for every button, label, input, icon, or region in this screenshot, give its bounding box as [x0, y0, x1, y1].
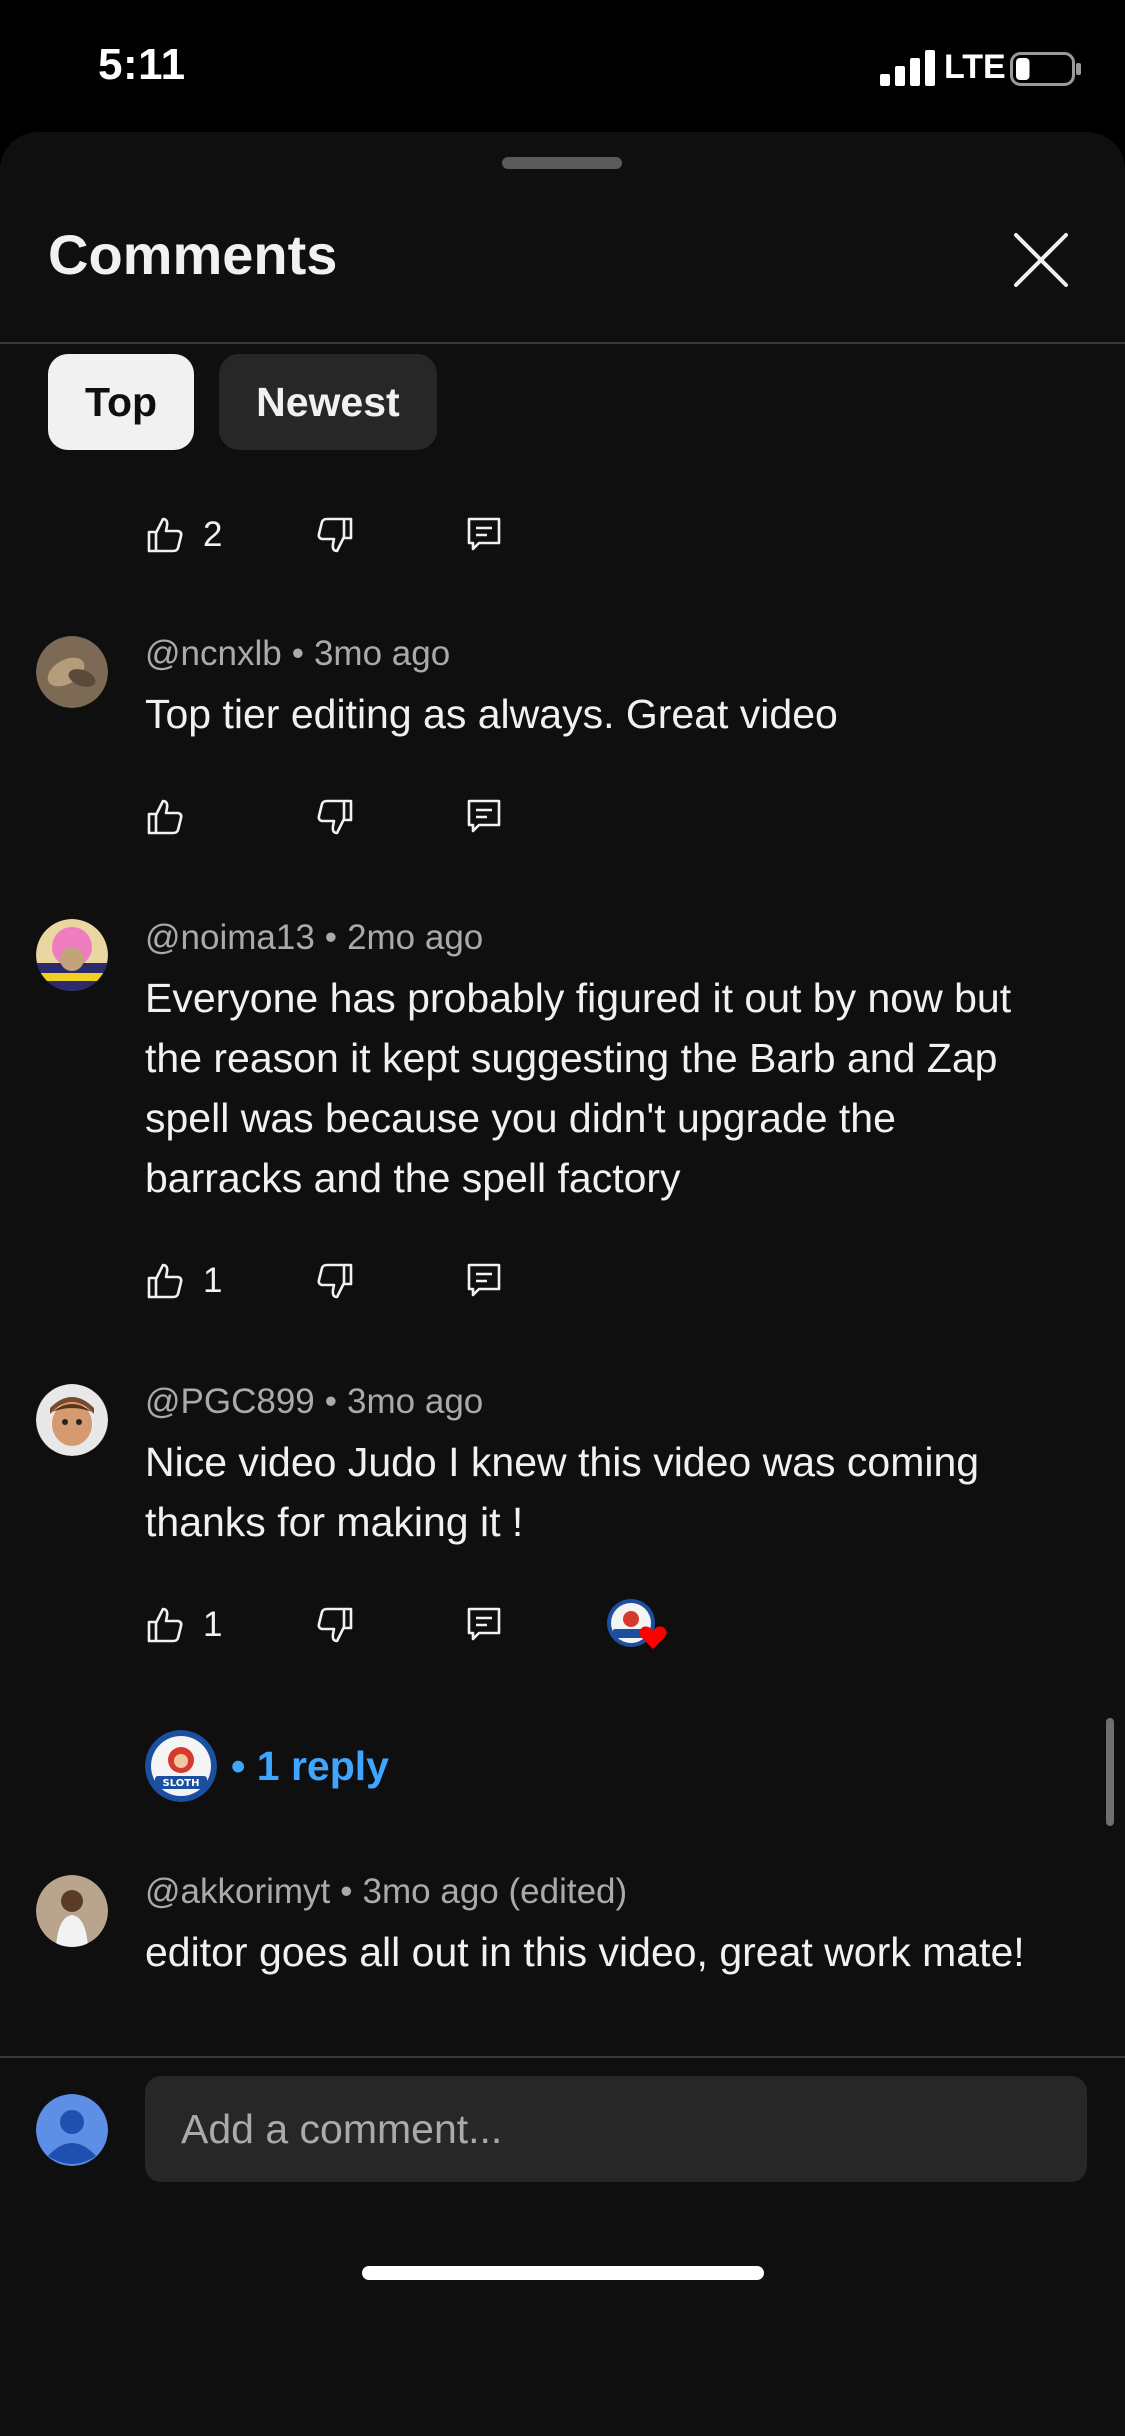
- avatar[interactable]: [36, 1384, 108, 1456]
- avatar[interactable]: [36, 1875, 108, 1947]
- reply-button[interactable]: [465, 1600, 503, 1650]
- thumbs-down-icon: [317, 799, 353, 835]
- comment-age: 3mo ago: [347, 1382, 484, 1421]
- heart-icon: [607, 1599, 667, 1649]
- reply-icon: [467, 799, 501, 833]
- network-label: LTE: [944, 48, 1006, 86]
- like-count: 1: [203, 1605, 223, 1644]
- comment-age: 3mo ago: [313, 634, 451, 673]
- creator-avatar: SLOTH: [145, 1730, 217, 1802]
- status-bar: 5:11 LTE: [0, 0, 1125, 135]
- reply-icon: [467, 1263, 501, 1297]
- like-button[interactable]: [145, 792, 185, 842]
- creator-heart: [605, 1599, 675, 1650]
- dislike-button[interactable]: [315, 1600, 355, 1650]
- comment-meta: @ncnxlb • 3mo ago: [145, 634, 451, 673]
- like-count: 1: [203, 1261, 223, 1300]
- reply-icon: [467, 517, 501, 551]
- status-time: 5:11: [98, 40, 186, 89]
- like-button[interactable]: 1: [145, 1256, 222, 1306]
- scrollbar[interactable]: [1106, 1718, 1114, 1826]
- comment-text: editor goes all out in this video, great…: [145, 1929, 1025, 1975]
- reply-button[interactable]: [465, 510, 503, 560]
- dislike-button[interactable]: [315, 792, 355, 842]
- reply-icon: [467, 1607, 501, 1641]
- comment-author[interactable]: @noima13: [145, 918, 315, 957]
- sheet-title: Comments: [48, 223, 338, 286]
- avatar[interactable]: [36, 636, 108, 708]
- dislike-button[interactable]: [315, 1256, 355, 1306]
- comment-text: Nice video Judo I knew this video was co…: [145, 1439, 980, 1545]
- thumbs-up-icon: [147, 517, 183, 553]
- signal-icon: [880, 50, 935, 86]
- reply-button[interactable]: [465, 792, 503, 842]
- footer-divider: [0, 2056, 1125, 2058]
- replies-link[interactable]: • 1 reply: [231, 1743, 389, 1790]
- like-button[interactable]: 1: [145, 1600, 222, 1650]
- thumbs-down-icon: [317, 1607, 353, 1643]
- thumbs-down-icon: [317, 517, 353, 553]
- comment-author[interactable]: @PGC899: [145, 1382, 315, 1421]
- comment-meta: @noima13 • 2mo ago: [145, 918, 484, 957]
- replies-toggle[interactable]: SLOTH • 1 reply: [145, 1730, 389, 1802]
- comment-meta: @akkorimyt • 3mo ago (edited): [145, 1872, 628, 1911]
- comment-author[interactable]: @ncnxlb: [145, 634, 282, 673]
- home-indicator[interactable]: [362, 2266, 764, 2280]
- account-icon[interactable]: [36, 2094, 108, 2166]
- like-button[interactable]: 2: [145, 510, 222, 560]
- avatar[interactable]: [36, 919, 108, 991]
- comment-actions: 1: [145, 1599, 745, 1650]
- battery-icon: [1010, 52, 1081, 86]
- comment-list[interactable]: 2 @ncnxlb • 3mo ago Top tier editing as al…: [0, 344, 1125, 2056]
- comment-input[interactable]: [145, 2076, 1087, 2182]
- comment-actions: 1: [145, 1256, 745, 1306]
- screen: 5:11 LTE Comments Top Newest 2 @ncnxlb •…: [0, 0, 1125, 2436]
- drag-handle[interactable]: [502, 157, 622, 169]
- svg-text:SLOTH: SLOTH: [163, 1778, 200, 1789]
- comment-actions: 2: [145, 510, 745, 560]
- thumbs-up-icon: [147, 799, 183, 835]
- comment-text: Top tier editing as always. Great video: [145, 691, 838, 737]
- comment-meta: @PGC899 • 3mo ago: [145, 1382, 484, 1421]
- thumbs-down-icon: [317, 1263, 353, 1299]
- comment-author[interactable]: @akkorimyt: [145, 1872, 330, 1911]
- thumbs-up-icon: [147, 1607, 183, 1643]
- comment-text: Everyone has probably figured it out by …: [145, 975, 1012, 1201]
- thumbs-up-icon: [147, 1263, 183, 1299]
- comment-actions: [145, 792, 745, 842]
- dislike-button[interactable]: [315, 510, 355, 560]
- close-button[interactable]: [1005, 224, 1077, 296]
- comment-age: 3mo ago (edited): [362, 1872, 628, 1911]
- comment-age: 2mo ago: [347, 918, 484, 957]
- like-count: 2: [203, 515, 223, 554]
- reply-button[interactable]: [465, 1256, 503, 1306]
- close-icon: [1014, 233, 1068, 287]
